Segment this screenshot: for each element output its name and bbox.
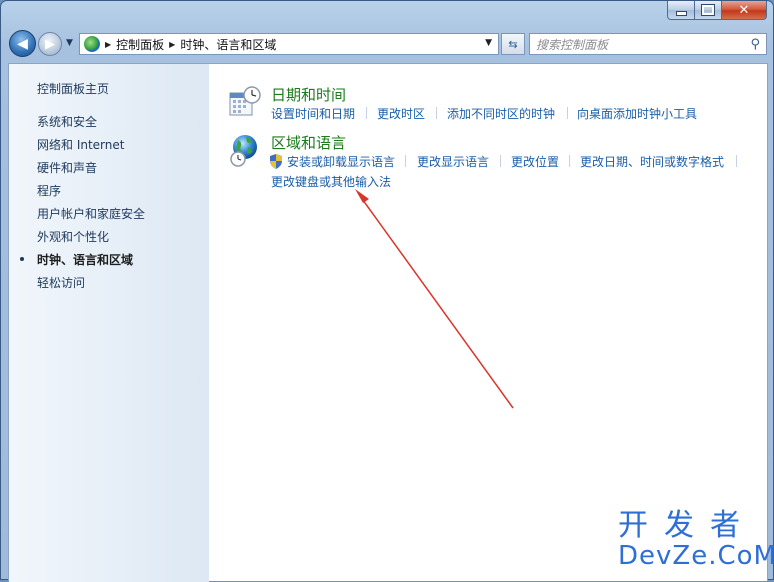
link-change-display-language[interactable]: 更改显示语言 bbox=[417, 153, 489, 170]
navigation-bar: ◀ ▶ ▼ ▶ 控制面板 ▶ 时钟、语言和区域 ▼ ⇆ 搜索控制面板 ⚲ bbox=[9, 30, 767, 58]
uac-shield-icon bbox=[270, 154, 282, 169]
maximize-button[interactable] bbox=[695, 1, 722, 20]
forward-arrow-icon: ▶ bbox=[45, 36, 55, 52]
sidebar-item-appearance[interactable]: 外观和个性化 bbox=[37, 228, 109, 245]
sidebar-item-system-security[interactable]: 系统和安全 bbox=[37, 113, 97, 130]
breadcrumb-clock-language-region[interactable]: 时钟、语言和区域 bbox=[180, 36, 276, 53]
breadcrumb-control-panel[interactable]: 控制面板 bbox=[116, 36, 164, 53]
link-separator bbox=[436, 107, 437, 119]
link-change-timezone[interactable]: 更改时区 bbox=[377, 105, 425, 122]
watermark-line2: DevZe.CoM bbox=[618, 541, 774, 571]
link-set-time-date[interactable]: 设置时间和日期 bbox=[271, 105, 355, 122]
link-separator bbox=[569, 155, 570, 167]
active-bullet-icon bbox=[20, 257, 24, 261]
refresh-button[interactable]: ⇆ bbox=[501, 33, 525, 55]
close-button[interactable]: ✕ bbox=[722, 1, 767, 20]
link-change-keyboard-input[interactable]: 更改键盘或其他输入法 bbox=[271, 173, 391, 190]
address-bar[interactable]: ▶ 控制面板 ▶ 时钟、语言和区域 ▼ bbox=[79, 33, 499, 55]
calendar-clock-icon bbox=[229, 86, 261, 116]
link-change-location[interactable]: 更改位置 bbox=[511, 153, 559, 170]
category-title-date-time[interactable]: 日期和时间 bbox=[271, 84, 346, 105]
sidebar-item-user-accounts[interactable]: 用户帐户和家庭安全 bbox=[37, 205, 145, 222]
sidebar-item-network-internet[interactable]: 网络和 Internet bbox=[37, 136, 124, 153]
link-separator bbox=[567, 107, 568, 119]
sidebar-item-hardware-sound[interactable]: 硬件和声音 bbox=[37, 159, 97, 176]
minimize-icon bbox=[675, 10, 687, 16]
link-separator bbox=[405, 155, 406, 167]
link-change-date-time-format[interactable]: 更改日期、时间或数字格式 bbox=[580, 153, 724, 170]
forward-button[interactable]: ▶ bbox=[38, 32, 62, 56]
back-button[interactable]: ◀ bbox=[9, 30, 36, 57]
address-history-dropdown-icon[interactable]: ▼ bbox=[485, 38, 492, 48]
link-separator bbox=[736, 155, 737, 167]
control-panel-icon bbox=[84, 36, 100, 52]
content-area: 控制面板主页 系统和安全 网络和 Internet 硬件和声音 程序 用户帐户和… bbox=[8, 63, 768, 582]
refresh-icon: ⇆ bbox=[508, 37, 518, 51]
caption-buttons: ✕ bbox=[667, 1, 767, 20]
globe-clock-icon bbox=[230, 135, 257, 167]
maximize-icon bbox=[701, 4, 715, 16]
search-icon[interactable]: ⚲ bbox=[750, 37, 760, 52]
back-arrow-icon: ◀ bbox=[17, 35, 28, 52]
sidebar-item-home[interactable]: 控制面板主页 bbox=[37, 80, 109, 97]
search-box[interactable]: 搜索控制面板 ⚲ bbox=[529, 33, 767, 55]
link-add-clocks[interactable]: 添加不同时区的时钟 bbox=[447, 105, 555, 122]
sidebar-item-programs[interactable]: 程序 bbox=[37, 182, 61, 199]
sidebar: 控制面板主页 系统和安全 网络和 Internet 硬件和声音 程序 用户帐户和… bbox=[9, 64, 209, 582]
category-title-region-language[interactable]: 区域和语言 bbox=[271, 132, 346, 153]
control-panel-window: ✕ ◀ ▶ ▼ ▶ 控制面板 ▶ 时钟、语言和区域 ▼ ⇆ 搜索控制面板 ⚲ 控… bbox=[0, 0, 774, 582]
minimize-button[interactable] bbox=[667, 1, 695, 20]
sidebar-active-row: 时钟、语言和区域 bbox=[9, 251, 209, 267]
link-add-clock-gadget[interactable]: 向桌面添加时钟小工具 bbox=[577, 105, 697, 122]
watermark-line1: 开发者 bbox=[618, 508, 756, 543]
main-panel: 日期和时间 设置时间和日期 更改时区 添加不同时区的时钟 向桌面添加时钟小工具 bbox=[209, 64, 767, 581]
breadcrumb-chevron-icon[interactable]: ▶ bbox=[105, 40, 111, 49]
sidebar-item-clock-language-region: 时钟、语言和区域 bbox=[37, 253, 134, 267]
link-install-uninstall-language[interactable]: 安装或卸载显示语言 bbox=[287, 153, 395, 170]
search-placeholder: 搜索控制面板 bbox=[536, 37, 609, 52]
sidebar-item-ease-of-access[interactable]: 轻松访问 bbox=[37, 274, 85, 291]
close-icon: ✕ bbox=[738, 2, 750, 18]
link-separator bbox=[366, 107, 367, 119]
watermark: 开发者 DevZe.CoM bbox=[618, 508, 774, 571]
recent-pages-dropdown-icon[interactable]: ▼ bbox=[66, 38, 73, 48]
breadcrumb-chevron-icon[interactable]: ▶ bbox=[169, 40, 175, 49]
link-separator bbox=[500, 155, 501, 167]
